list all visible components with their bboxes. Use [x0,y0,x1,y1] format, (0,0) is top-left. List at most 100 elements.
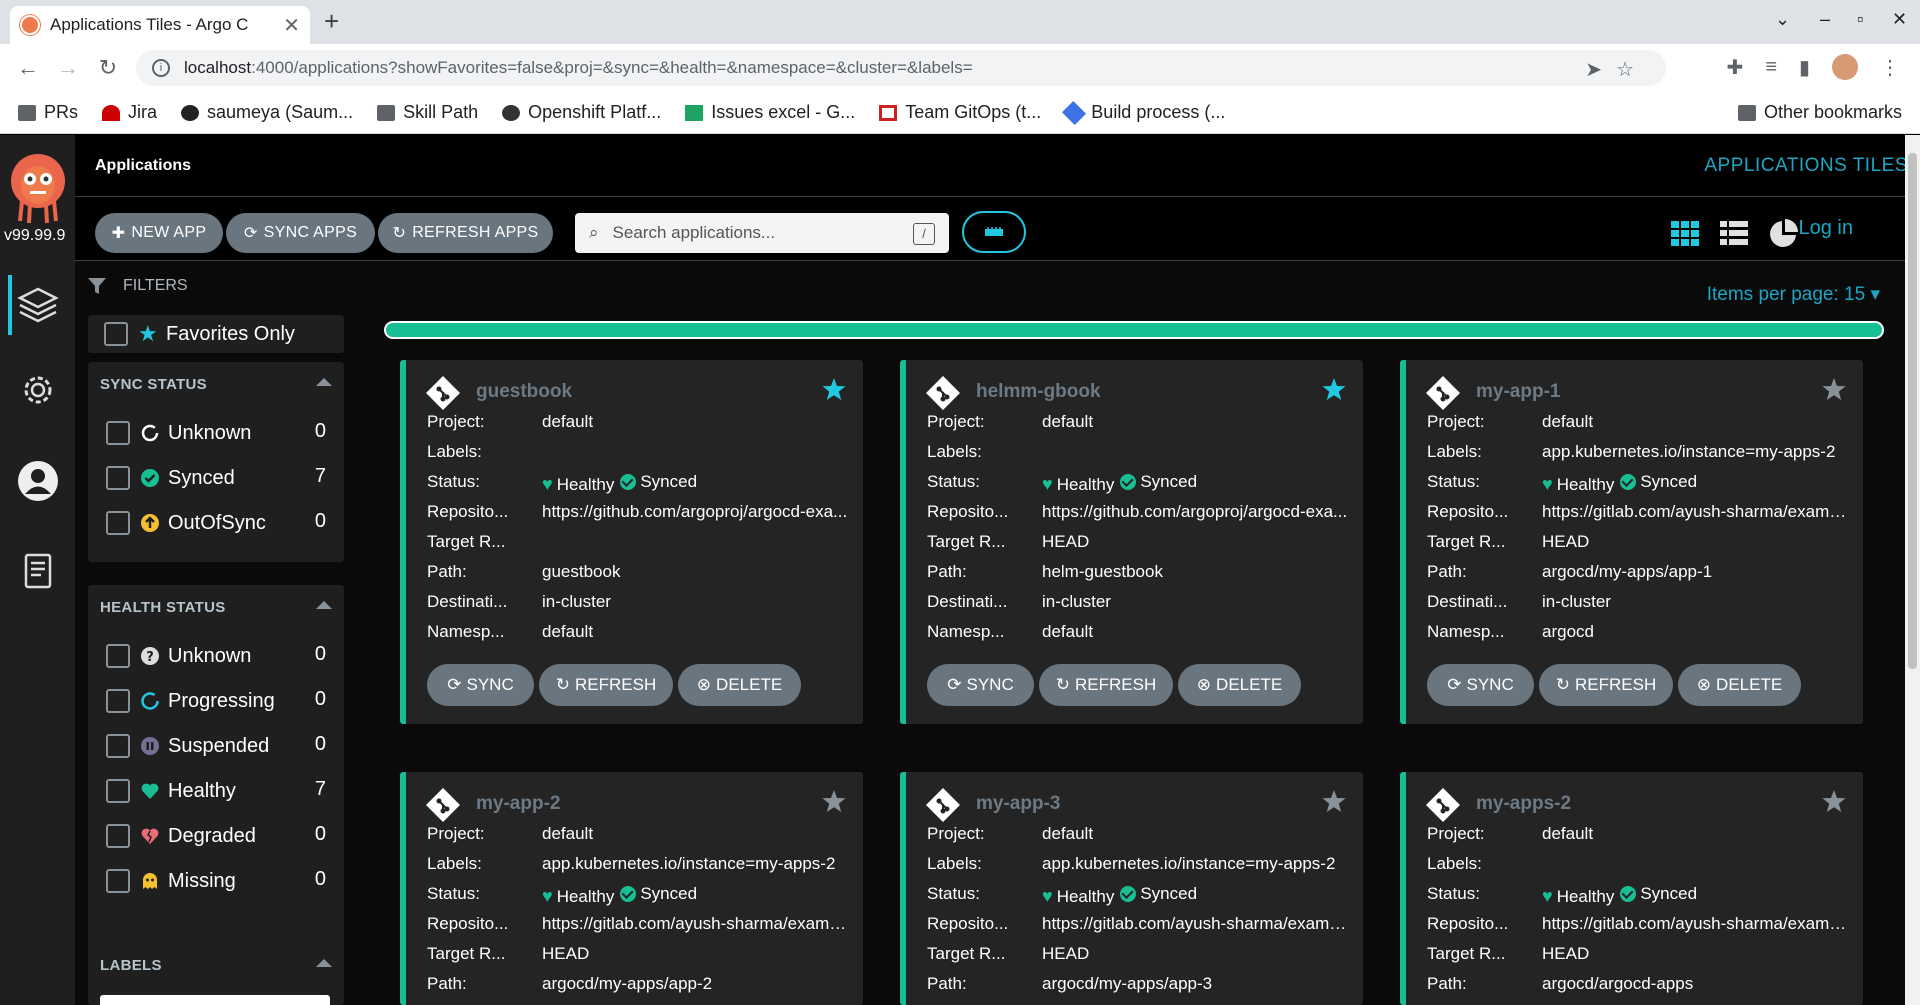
docs-icon[interactable] [16,549,60,593]
app-name[interactable]: my-app-1 [1476,381,1560,403]
settings-gear-icon[interactable] [16,368,60,412]
argo-logo-icon[interactable] [10,149,66,225]
collapse-caret-icon[interactable] [316,959,332,967]
app-repo-label: Reposito... [927,502,1007,521]
app-card[interactable]: my-app-2 Project: default Labels: app.kubern… [400,772,863,1005]
favorites-only-checkbox-row[interactable]: ★ Favorites Only [104,321,324,347]
summary-pie-icon[interactable] [1768,217,1800,249]
reload-icon[interactable]: ↻ [88,55,128,81]
favorite-star-icon[interactable] [821,788,847,814]
list-view-icon[interactable] [1718,217,1750,249]
filters-header[interactable]: FILTERS [87,276,188,296]
app-repo-row: Reposito... https://github.com/argoproj/a… [427,502,847,524]
maximize-icon[interactable]: ▫ [1857,9,1863,30]
send-icon[interactable]: ➤ [1585,59,1616,81]
new-app-button[interactable]: ✚ NEW APP [95,213,223,253]
favorite-star-icon[interactable] [1321,788,1347,814]
minimize-icon[interactable]: – [1820,9,1830,30]
favorite-star-icon[interactable] [1821,788,1847,814]
filter-sync-unknown[interactable]: Unknown 0 [106,420,326,446]
close-tab-icon[interactable]: ✕ [283,13,300,38]
favorite-star-icon[interactable] [821,376,847,402]
filter-sync-outofsync[interactable]: OutOfSync 0 [106,510,326,536]
checkbox[interactable] [106,421,130,445]
favorite-star-icon[interactable] [1821,376,1847,402]
filter-health-missing[interactable]: Missing 0 [106,868,326,894]
reading-list-icon[interactable]: ≡ [1765,56,1777,79]
forward-icon[interactable]: → [48,55,88,81]
app-card[interactable]: my-app-3 Project: default Labels: app.kubern… [900,772,1363,1005]
sync-button[interactable]: ⟳ SYNC [1427,664,1534,706]
bookmark-prs[interactable]: PRs [18,102,78,123]
url-field[interactable]: i localhost:4000/applications?showFavori… [136,50,1666,86]
favorites-checkbox[interactable] [104,322,128,346]
bookmark-issues-excel[interactable]: Issues excel - G... [685,102,855,123]
app-card[interactable]: my-apps-2 Project: default Labels: Status: ♥ H… [1400,772,1863,1005]
bookmark-skill-path[interactable]: Skill Path [377,102,478,123]
new-tab-icon[interactable]: + [324,6,339,37]
app-name[interactable]: my-app-2 [476,793,560,815]
items-per-page-dropdown[interactable]: Items per page: 15 ▾ [1707,283,1880,306]
user-account-icon[interactable] [16,459,60,503]
delete-button[interactable]: ⊗ DELETE [1178,664,1301,706]
tab-search-icon[interactable]: ⌄ [1775,9,1790,30]
checkbox[interactable] [106,734,130,758]
app-name[interactable]: helmm-gbook [976,381,1101,403]
app-name[interactable]: my-apps-2 [1476,793,1571,815]
app-card[interactable]: helmm-gbook Project: default Labels: Status:… [900,360,1363,724]
collapse-caret-icon[interactable] [316,378,332,386]
login-link[interactable]: Log in [1799,217,1854,240]
back-icon[interactable]: ← [8,55,48,81]
checkbox[interactable] [106,644,130,668]
delete-button[interactable]: ⊗ DELETE [678,664,801,706]
checkbox[interactable] [106,779,130,803]
filter-health-unknown[interactable]: ? Unknown 0 [106,643,326,669]
site-info-icon[interactable]: i [152,59,170,77]
filter-health-degraded[interactable]: Degraded 0 [106,823,326,849]
browser-tab[interactable]: Applications Tiles - Argo C ✕ [10,6,310,44]
filter-health-progressing[interactable]: Progressing 0 [106,688,326,714]
app-ns-value: default [1042,622,1094,641]
other-bookmarks[interactable]: Other bookmarks [1737,102,1902,123]
tag-filter-button[interactable] [962,211,1026,253]
bookmark-jira[interactable]: Jira [102,102,157,123]
sync-button[interactable]: ⟳ SYNC [427,664,534,706]
app-card[interactable]: guestbook Project: default Labels: Status: ♥ H… [400,360,863,724]
bookmark-openshift[interactable]: Openshift Platf... [502,102,661,123]
side-panel-icon[interactable]: ▮ [1799,55,1810,80]
scrollbar-thumb[interactable] [1908,153,1917,669]
refresh-button[interactable]: ↻ REFRESH [1039,664,1173,706]
labels-input[interactable] [100,995,330,1005]
delete-button[interactable]: ⊗ DELETE [1678,664,1801,706]
bookmark-star-icon[interactable]: ☆ [1616,59,1648,81]
page-scrollbar[interactable] [1905,135,1920,1005]
sync-button[interactable]: ⟳ SYNC [927,664,1034,706]
refresh-apps-button[interactable]: ↻ REFRESH APPS [378,213,553,253]
menu-icon[interactable]: ⋮ [1880,55,1900,80]
bookmark-team-gitops[interactable]: Team GitOps (t... [879,102,1041,123]
bookmark-github[interactable]: saumeya (Saum... [181,102,353,123]
checkbox[interactable] [106,824,130,848]
profile-avatar[interactable] [1832,54,1858,80]
app-name[interactable]: guestbook [476,381,572,403]
checkbox[interactable] [106,689,130,713]
filter-health-healthy[interactable]: Healthy 7 [106,778,326,804]
refresh-button[interactable]: ↻ REFRESH [539,664,673,706]
checkbox[interactable] [106,869,130,893]
tiles-view-icon[interactable] [1669,217,1701,249]
filter-health-suspended[interactable]: Suspended 0 [106,733,326,759]
filter-sync-synced[interactable]: Synced 7 [106,465,326,491]
bookmark-build-process[interactable]: Build process (... [1062,100,1225,125]
app-card[interactable]: my-app-1 Project: default Labels: app.kubern… [1400,360,1863,724]
favorite-star-icon[interactable] [1321,376,1347,402]
checkbox[interactable] [106,466,130,490]
app-name[interactable]: my-app-3 [976,793,1060,815]
refresh-button[interactable]: ↻ REFRESH [1539,664,1673,706]
collapse-caret-icon[interactable] [316,601,332,609]
sync-apps-button[interactable]: ⟳ SYNC APPS [226,213,375,253]
checkbox[interactable] [106,511,130,535]
search-input[interactable]: ⌕ Search applications... / [575,213,949,253]
close-window-icon[interactable]: ✕ [1892,9,1907,30]
extensions-icon[interactable]: ✚ [1727,55,1744,80]
applications-layers-icon[interactable] [16,283,60,327]
